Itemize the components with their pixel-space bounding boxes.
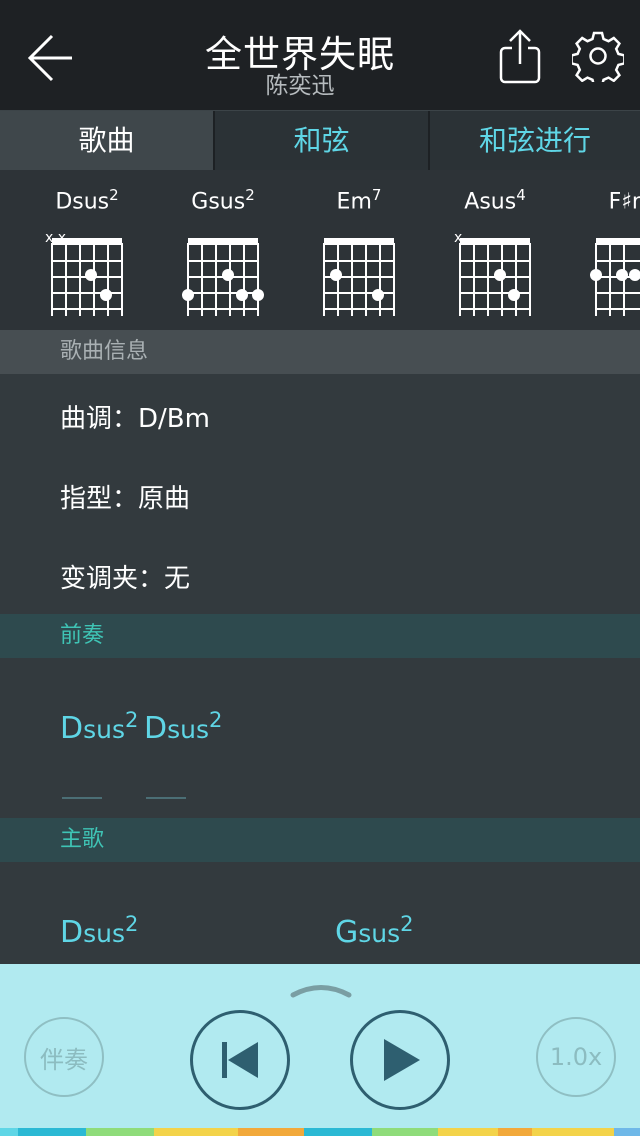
fretboard-diagram	[182, 238, 264, 316]
color-strip	[0, 1128, 640, 1136]
fretboard-diagram: x	[454, 230, 531, 316]
tab-song[interactable]: 歌曲	[0, 111, 213, 171]
fretboard-diagram: x x	[45, 230, 123, 316]
progression-chord[interactable]: Dsus2	[60, 912, 138, 950]
capo-value: 无	[164, 564, 191, 594]
play-icon	[384, 1039, 420, 1081]
fretboard-diagram	[590, 238, 640, 316]
fingering-value: 原曲	[138, 484, 191, 514]
chord-name: Gsus2	[191, 186, 255, 215]
tab-chord-progression[interactable]: 和弦进行	[430, 111, 640, 171]
chord-name: Dsus2	[55, 186, 119, 215]
fretboard-diagram	[323, 238, 395, 316]
intro-header: 前奏	[0, 614, 640, 658]
progression-chord[interactable]: Dsus2	[60, 708, 138, 746]
speed-button[interactable]: 1.0x	[536, 1017, 616, 1097]
song-info-header: 歌曲信息	[0, 330, 640, 374]
previous-button[interactable]	[190, 1010, 290, 1110]
key-row: 曲调：D/Bm	[60, 404, 210, 434]
progression-chord[interactable]: Gsus2	[335, 912, 414, 950]
chord-name: F♯m	[608, 189, 640, 215]
chord-diagram[interactable]: Asus4 x	[435, 186, 555, 316]
chord-diagram[interactable]: Em7	[299, 186, 419, 316]
beat-line	[146, 797, 186, 799]
chord-name: Em7	[336, 186, 382, 215]
chord-diagram[interactable]: F♯m	[571, 186, 640, 316]
chord-name: Asus4	[464, 186, 526, 215]
tab-bar: 歌曲 和弦 和弦进行	[0, 110, 640, 171]
verse-header: 主歌	[0, 818, 640, 862]
progression-chord[interactable]: Dsus2	[144, 708, 222, 746]
chord-diagram[interactable]: Dsus2 x x	[27, 186, 147, 316]
fingering-row: 指型：原曲	[60, 484, 191, 514]
beat-line	[62, 797, 102, 799]
chord-diagram-strip[interactable]: Dsus2 x x Gsus2	[0, 170, 640, 330]
chevron-up-icon[interactable]	[290, 982, 352, 998]
accompaniment-button[interactable]: 伴奏	[24, 1017, 104, 1097]
gear-icon[interactable]	[572, 30, 624, 82]
chord-diagram[interactable]: Gsus2	[163, 186, 283, 316]
play-button[interactable]	[350, 1010, 450, 1110]
share-icon[interactable]	[496, 28, 544, 86]
capo-row: 变调夹：无	[60, 564, 191, 594]
tab-chords[interactable]: 和弦	[215, 111, 428, 171]
key-value: D/Bm	[138, 404, 210, 434]
skip-previous-icon	[222, 1042, 258, 1078]
